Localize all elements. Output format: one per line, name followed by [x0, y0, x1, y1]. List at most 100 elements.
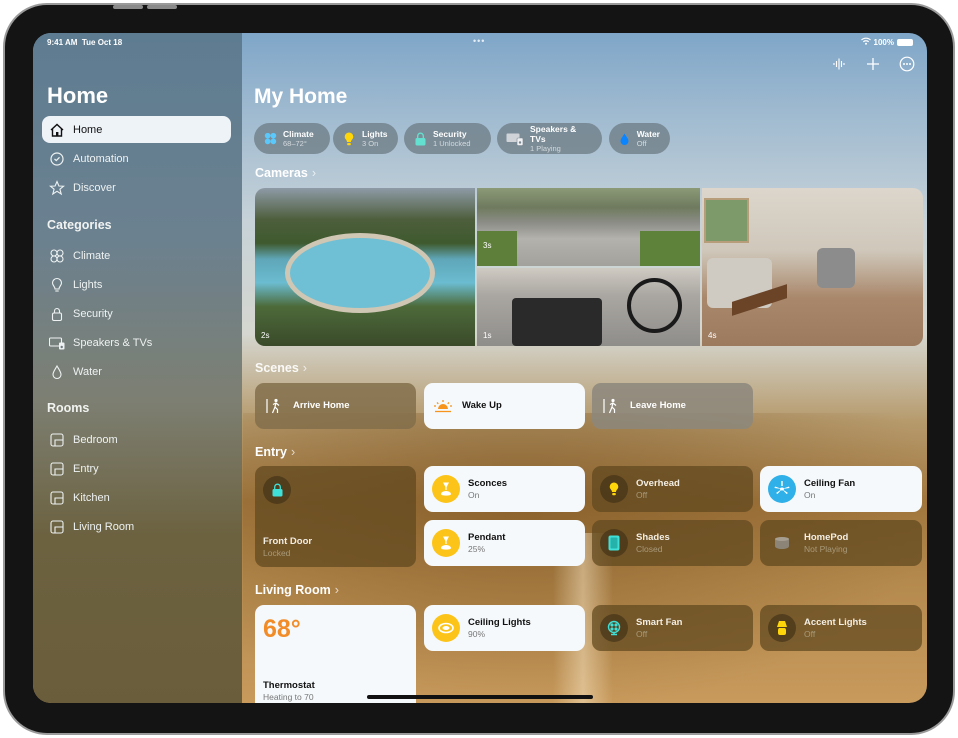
chip-climate[interactable]: Climate 68–72° — [254, 123, 330, 154]
ceiling-fan-icon — [768, 475, 796, 503]
bike-wheel — [627, 278, 682, 333]
chip-status: 1 Playing — [530, 143, 561, 153]
accessory-status: 90% — [468, 628, 486, 639]
thermostat-temperature: 68° — [263, 615, 301, 643]
tv-speaker-icon — [48, 334, 66, 352]
accessory-status: Off — [636, 628, 648, 639]
rooms-heading: Rooms — [47, 401, 90, 415]
camera-feed-living-room[interactable]: 4s — [702, 188, 923, 346]
accessory-status: Closed — [636, 543, 663, 554]
sidebar-item-label: Automation — [73, 152, 129, 165]
fan-icon — [600, 614, 628, 642]
chevron-right-icon: › — [334, 583, 339, 597]
living-room-heading[interactable]: Living Room › — [255, 583, 339, 597]
accessory-name: HomePod — [804, 531, 849, 543]
sidebar-item-climate[interactable]: Climate — [42, 242, 231, 269]
chip-status: Off — [636, 138, 647, 148]
accessory-name: Shades — [636, 531, 670, 543]
accessory-status: Off — [804, 628, 816, 639]
chip-security[interactable]: Security 1 Unlocked — [404, 123, 491, 154]
sidebar-item-label: Climate — [73, 249, 111, 262]
accessory-ceiling-lights[interactable]: Ceiling Lights 90% — [424, 605, 585, 651]
toolbar — [831, 56, 915, 77]
camera-age-label: 2s — [261, 331, 270, 340]
chip-water[interactable]: Water Off — [609, 123, 670, 154]
scene-leave-home[interactable]: Leave Home — [592, 383, 753, 429]
accessory-accent-lights[interactable]: Accent Lights Off — [760, 605, 922, 651]
star-icon — [48, 179, 66, 197]
chip-lights[interactable]: Lights 3 On — [333, 123, 398, 154]
camera-age-label: 4s — [708, 331, 717, 340]
lock-icon — [48, 305, 66, 323]
time: 9:41 AM — [47, 38, 78, 47]
lightbulb-icon — [48, 276, 66, 294]
accessory-smart-fan[interactable]: Smart Fan Off — [592, 605, 753, 651]
camera-feed-driveway[interactable]: 3s — [477, 188, 700, 266]
entry-heading[interactable]: Entry › — [255, 445, 295, 459]
accessory-name: Accent Lights — [804, 616, 867, 628]
chip-label: Security — [433, 128, 467, 139]
sidebar-item-label: Kitchen — [73, 491, 110, 504]
volume-button — [147, 5, 177, 9]
accessory-pendant[interactable]: Pendant 25% — [424, 520, 585, 566]
chip-speakers-tvs[interactable]: Speakers & TVs 1 Playing — [497, 123, 602, 154]
accessory-ceiling-fan[interactable]: Ceiling Fan On — [760, 466, 922, 512]
camera-feed-pool[interactable]: 2s — [255, 188, 475, 346]
sidebar-item-label: Bedroom — [73, 433, 118, 446]
tv-speaker-icon — [506, 132, 524, 146]
accessory-status: Heating to 70 — [263, 692, 314, 702]
accessory-status: On — [804, 489, 816, 500]
chip-status: 68–72° — [283, 138, 307, 148]
sidebar-item-label: Speakers & TVs — [73, 336, 153, 349]
sidebar-item-home[interactable]: Home — [42, 116, 231, 143]
status-time: 9:41 AM Tue Oct 18 — [47, 38, 122, 47]
sidebar-item-lights[interactable]: Lights — [42, 271, 231, 298]
accessory-homepod[interactable]: HomePod Not Playing — [760, 520, 922, 566]
sidebar-item-discover[interactable]: Discover — [42, 174, 231, 201]
sidebar-item-kitchen[interactable]: Kitchen — [42, 484, 231, 511]
pool-shape — [285, 233, 435, 313]
scene-label: Arrive Home — [293, 400, 350, 411]
ellipsis-circle-icon[interactable] — [899, 56, 915, 77]
accessory-shades[interactable]: Shades Closed — [592, 520, 753, 566]
scenes-heading[interactable]: Scenes › — [255, 361, 307, 375]
accessory-thermostat[interactable]: 68° Thermostat Heating to 70 — [255, 605, 416, 703]
sidebar-item-security[interactable]: Security — [42, 300, 231, 327]
sidebar-item-label: Security — [73, 307, 113, 320]
sidebar-item-living-room[interactable]: Living Room — [42, 513, 231, 540]
mat — [512, 298, 602, 346]
accessory-name: Overhead — [636, 477, 680, 489]
sidebar-item-water[interactable]: Water — [42, 358, 231, 385]
scene-label: Leave Home — [630, 400, 686, 411]
scene-arrive-home[interactable]: Arrive Home — [255, 383, 416, 429]
pendant-lamp-icon — [432, 475, 460, 503]
painting — [704, 198, 749, 243]
cameras-heading[interactable]: Cameras › — [255, 166, 316, 180]
accessory-front-door[interactable]: Front Door Locked — [255, 466, 416, 567]
sidebar-title: Home — [47, 83, 109, 108]
scene-wake-up[interactable]: Wake Up — [424, 383, 585, 429]
room-icon — [48, 489, 66, 507]
plus-icon[interactable] — [865, 57, 881, 76]
multitasking-dots[interactable]: ••• — [473, 36, 485, 46]
accessory-overhead[interactable]: Overhead Off — [592, 466, 753, 512]
home-indicator[interactable] — [367, 695, 593, 699]
accessory-sconces[interactable]: Sconces On — [424, 466, 585, 512]
date: Tue Oct 18 — [81, 38, 123, 47]
camera-feed-garage[interactable]: 1s — [477, 268, 700, 346]
sidebar-item-label: Entry — [73, 462, 99, 475]
ceiling-light-icon — [432, 614, 460, 642]
room-icon — [48, 431, 66, 449]
sidebar-item-speakers-tvs[interactable]: Speakers & TVs — [42, 329, 231, 356]
section-label: Scenes — [255, 361, 299, 375]
chip-label: Water — [636, 128, 660, 139]
sidebar-item-entry[interactable]: Entry — [42, 455, 231, 482]
chip-label: Climate — [283, 128, 314, 139]
homepod-icon — [768, 529, 796, 557]
house-icon — [48, 121, 66, 139]
sidebar-item-bedroom[interactable]: Bedroom — [42, 426, 231, 453]
sidebar-item-automation[interactable]: Automation — [42, 145, 231, 172]
drop-icon — [48, 363, 66, 381]
waveform-icon[interactable] — [831, 57, 847, 76]
accessory-name: Smart Fan — [636, 616, 683, 628]
